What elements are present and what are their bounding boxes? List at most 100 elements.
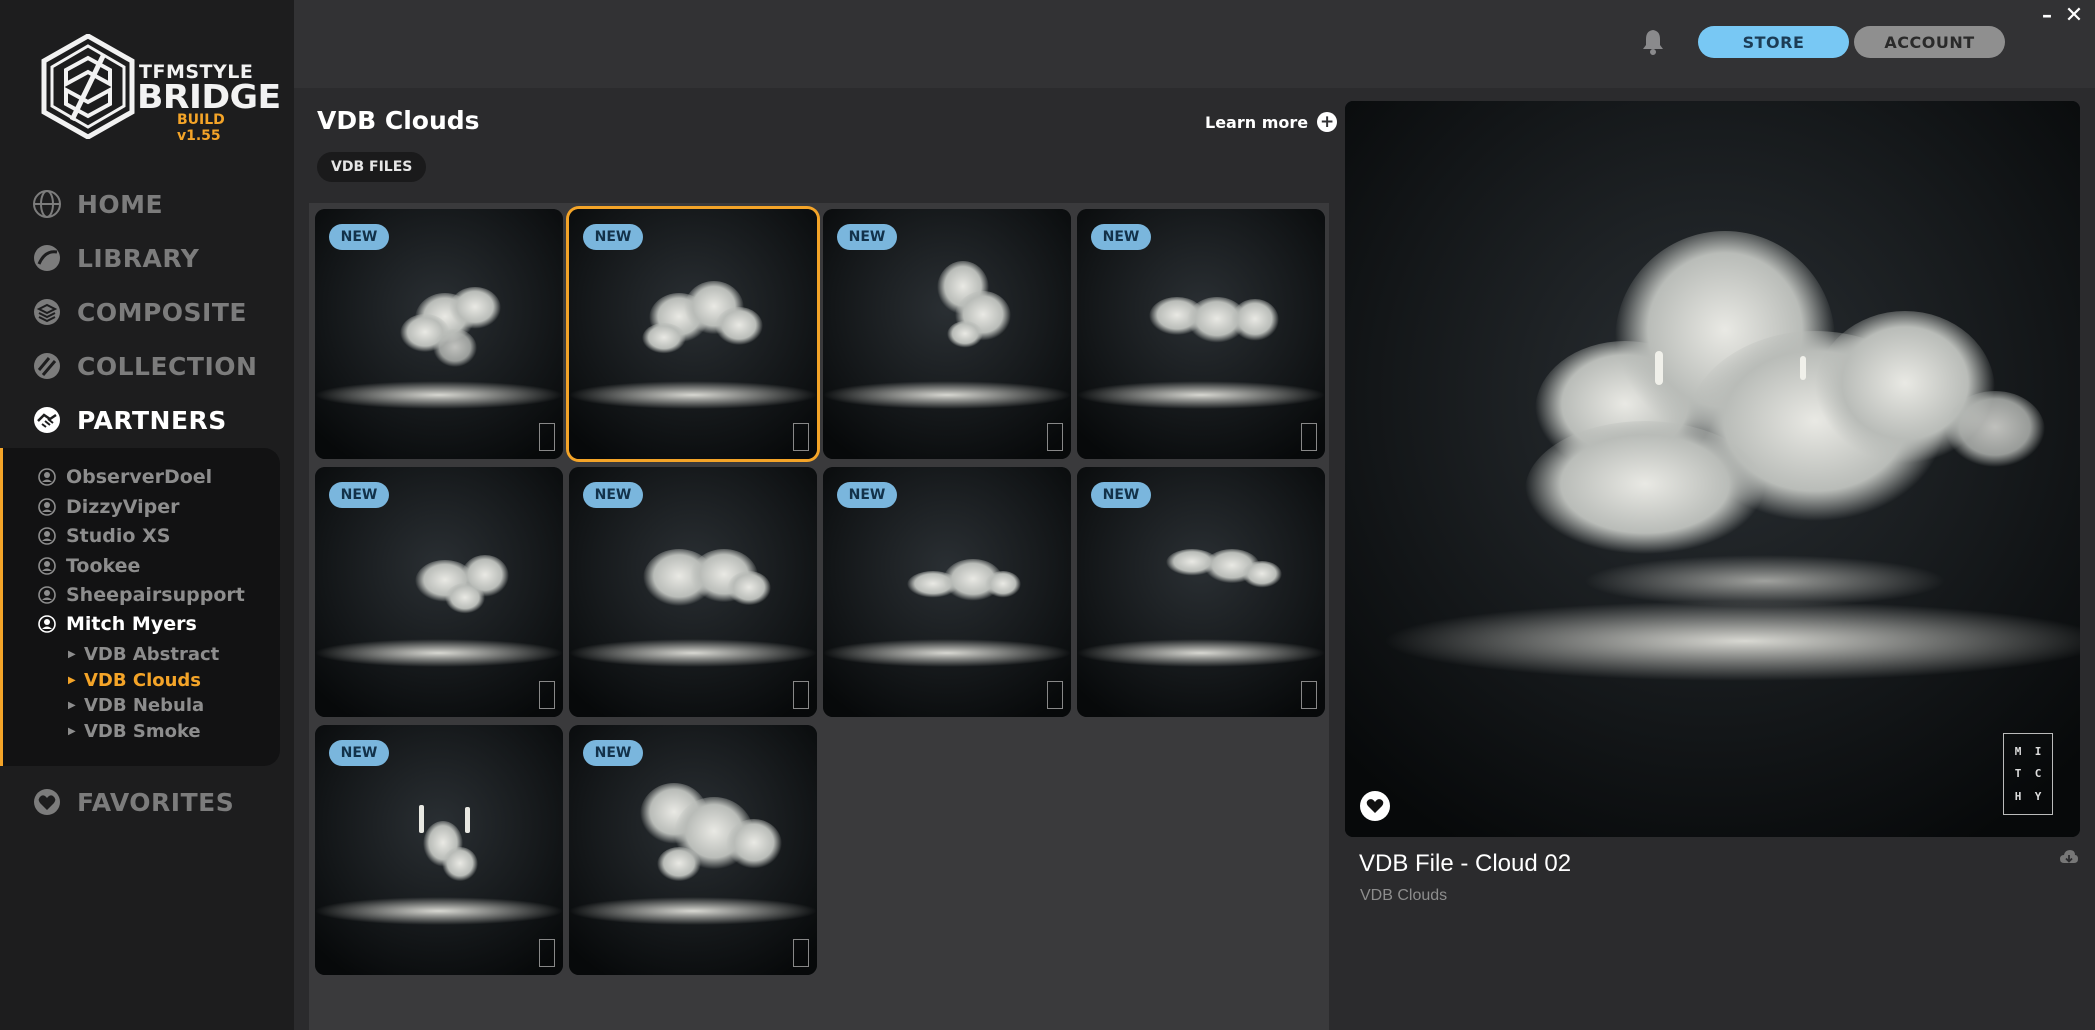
new-badge: NEW bbox=[329, 740, 389, 766]
subcategory-label: VDB Nebula bbox=[84, 694, 205, 716]
user-icon bbox=[38, 557, 56, 575]
user-icon bbox=[38, 527, 56, 545]
subcategory-label: VDB Clouds bbox=[84, 669, 202, 691]
asset-title: VDB File - Cloud 02 bbox=[1359, 850, 1572, 877]
store-button[interactable]: STORE bbox=[1698, 26, 1849, 58]
subcategory-vdb-abstract[interactable]: ▶ VDB Abstract bbox=[68, 642, 219, 666]
brand-watermark bbox=[1047, 423, 1063, 451]
favorite-heart-button[interactable] bbox=[1360, 791, 1390, 821]
new-badge: NEW bbox=[837, 224, 897, 250]
brand-mark-letter: H bbox=[2014, 790, 2022, 804]
collection-stripes-icon bbox=[34, 353, 60, 379]
asset-tile[interactable]: NEW bbox=[1077, 209, 1325, 459]
layers-icon bbox=[34, 299, 60, 325]
asset-tile[interactable]: NEW bbox=[823, 467, 1071, 717]
nav-collection[interactable]: COLLECTION bbox=[31, 346, 257, 386]
new-badge: NEW bbox=[329, 224, 389, 250]
new-badge: NEW bbox=[329, 482, 389, 508]
new-badge: NEW bbox=[837, 482, 897, 508]
subcategory-label: VDB Smoke bbox=[84, 720, 201, 742]
partner-label: ObserverDoel bbox=[66, 466, 213, 488]
logo-product-text: BRIDGE bbox=[137, 77, 281, 116]
new-badge: NEW bbox=[583, 740, 643, 766]
brand-watermark bbox=[793, 681, 809, 709]
nav-partners[interactable]: PARTNERS bbox=[31, 400, 227, 440]
account-button[interactable]: ACCOUNT bbox=[1854, 26, 2005, 58]
user-icon bbox=[38, 615, 56, 633]
nav-partners-label: PARTNERS bbox=[77, 405, 227, 435]
brand-watermark bbox=[793, 939, 809, 967]
asset-tile[interactable]: NEW bbox=[569, 725, 817, 975]
nav-favorites-label: FAVORITES bbox=[77, 787, 235, 817]
brand-mark-letter: T bbox=[2014, 767, 2022, 781]
partner-mitch-myers[interactable]: Mitch Myers bbox=[38, 611, 197, 637]
plus-icon: + bbox=[1317, 112, 1338, 132]
partner-label: Sheepairsupport bbox=[66, 584, 245, 606]
brand-mark-letter: M bbox=[2014, 744, 2022, 758]
brand-mark-letter: C bbox=[2034, 767, 2042, 781]
close-icon[interactable]: ✕ bbox=[2064, 5, 2084, 27]
nav-home[interactable]: HOME bbox=[31, 184, 163, 224]
asset-tile[interactable]: NEW bbox=[823, 209, 1071, 459]
brand-mark-letter: I bbox=[2034, 744, 2042, 758]
partner-sheepairsupport[interactable]: Sheepairsupport bbox=[38, 582, 245, 608]
partner-studio-xs[interactable]: Studio XS bbox=[38, 523, 170, 549]
new-badge: NEW bbox=[583, 224, 643, 250]
partner-dizzyviper[interactable]: DizzyViper bbox=[38, 494, 180, 520]
partner-label: DizzyViper bbox=[66, 496, 180, 518]
partner-observerdoel[interactable]: ObserverDoel bbox=[38, 464, 212, 490]
heart-icon bbox=[34, 789, 60, 815]
asset-tile-selected[interactable]: NEW bbox=[569, 209, 817, 459]
partner-tookee[interactable]: Tookee bbox=[38, 553, 140, 579]
user-icon bbox=[38, 586, 56, 604]
nav-collection-label: COLLECTION bbox=[77, 351, 258, 381]
learn-more-link[interactable]: Learn more + bbox=[1205, 112, 1338, 132]
asset-tile[interactable]: NEW bbox=[315, 467, 563, 717]
cloud-download-icon[interactable] bbox=[2059, 849, 2079, 867]
asset-preview bbox=[1345, 101, 2080, 837]
new-badge: NEW bbox=[1091, 482, 1151, 508]
brand-watermark bbox=[1301, 423, 1317, 451]
asset-tile[interactable]: NEW bbox=[315, 209, 563, 459]
brand-watermark bbox=[539, 939, 555, 967]
caret-right-icon: ▶ bbox=[68, 725, 76, 737]
filter-chip-vdb-files[interactable]: VDB FILES bbox=[317, 152, 427, 182]
partner-label: Studio XS bbox=[66, 525, 171, 547]
globe-icon bbox=[33, 190, 61, 218]
heart-icon bbox=[1366, 799, 1384, 813]
asset-tile[interactable]: NEW bbox=[1077, 467, 1325, 717]
tfmstyle-logo-icon bbox=[41, 34, 135, 139]
bell-icon[interactable] bbox=[1638, 26, 1668, 56]
nav-library-label: LIBRARY bbox=[77, 243, 200, 273]
logo-build-version: BUILD v1.55 bbox=[177, 112, 225, 144]
user-icon bbox=[38, 498, 56, 516]
brand-watermark bbox=[793, 423, 809, 451]
brand-watermark bbox=[539, 681, 555, 709]
logo: TFMSTYLE BRIDGE BUILD v1.55 bbox=[38, 34, 281, 144]
asset-tile[interactable]: NEW bbox=[315, 725, 563, 975]
nav-composite[interactable]: COMPOSITE bbox=[31, 292, 247, 332]
subcategory-vdb-nebula[interactable]: ▶ VDB Nebula bbox=[68, 693, 204, 717]
new-badge: NEW bbox=[583, 482, 643, 508]
asset-tile[interactable]: NEW bbox=[569, 467, 817, 717]
subcategory-vdb-clouds[interactable]: ▶ VDB Clouds bbox=[68, 668, 201, 692]
brand-watermark bbox=[1301, 681, 1317, 709]
brand-watermark bbox=[539, 423, 555, 451]
user-icon bbox=[38, 468, 56, 486]
sidebar: TFMSTYLE BRIDGE BUILD v1.55 HOME LIBRARY… bbox=[0, 0, 294, 1030]
caret-right-icon: ▶ bbox=[68, 648, 76, 660]
nav-favorites[interactable]: FAVORITES bbox=[31, 782, 234, 822]
asset-category: VDB Clouds bbox=[1360, 887, 1448, 904]
caret-right-icon: ▶ bbox=[68, 674, 76, 686]
learn-more-label: Learn more bbox=[1205, 112, 1309, 132]
nav-library[interactable]: LIBRARY bbox=[31, 238, 199, 278]
nav-home-label: HOME bbox=[77, 189, 164, 219]
partner-label: Tookee bbox=[66, 555, 141, 577]
nav-composite-label: COMPOSITE bbox=[77, 297, 247, 327]
cloud-preview-image bbox=[1345, 101, 2080, 837]
library-ball-icon bbox=[34, 245, 60, 271]
subcategory-vdb-smoke[interactable]: ▶ VDB Smoke bbox=[68, 719, 201, 743]
handshake-icon bbox=[34, 407, 60, 433]
brand-mark-letter: Y bbox=[2034, 790, 2042, 804]
minimize-icon[interactable]: – bbox=[2038, 5, 2056, 26]
